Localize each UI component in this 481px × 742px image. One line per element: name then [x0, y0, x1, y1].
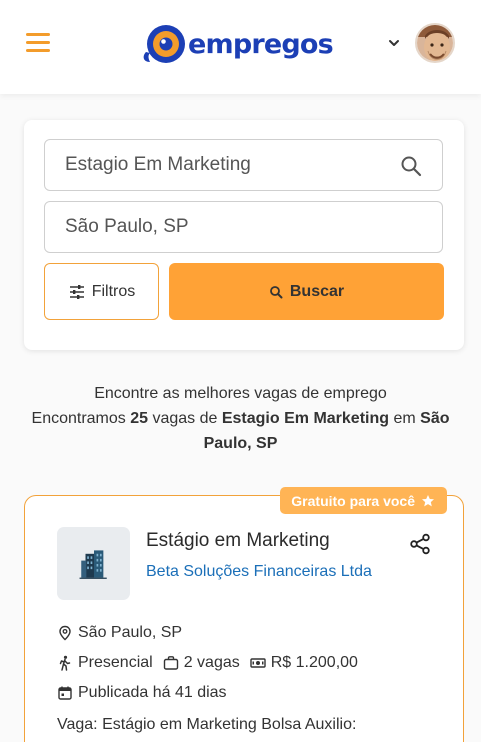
- keyword-input[interactable]: Estagio Em Marketing: [44, 139, 443, 191]
- hamburger-menu-button[interactable]: [26, 33, 52, 55]
- results-summary: Encontre as melhores vagas de emprego En…: [20, 381, 461, 456]
- location-input[interactable]: São Paulo, SP: [44, 201, 443, 253]
- location-input-value: São Paulo, SP: [65, 216, 189, 237]
- search-button-label: Buscar: [289, 282, 345, 300]
- search-panel: Estagio Em Marketing São Paulo, SP Filtr…: [24, 120, 464, 350]
- job-description: Vaga: Estágio em Marketing Bolsa Auxilio…: [57, 716, 357, 733]
- results-middle: vagas de: [148, 410, 222, 427]
- avatar-photo-icon: [417, 25, 453, 61]
- search-button[interactable]: Buscar: [169, 263, 444, 320]
- results-query: Estagio Em Marketing: [221, 410, 390, 427]
- sliders-icon: [69, 284, 84, 299]
- filters-button[interactable]: Filtros: [44, 263, 159, 320]
- job-details-row: Presencial 2 vagas R$ 1.200,00: [57, 654, 368, 672]
- free-badge-label: Gratuito para você: [291, 492, 415, 509]
- briefcase-icon: [163, 656, 178, 670]
- search-icon[interactable]: [400, 155, 422, 177]
- logo-eye-icon: [143, 25, 185, 63]
- openings: 2 vagas: [163, 654, 240, 672]
- results-count: 25: [130, 410, 149, 427]
- published-label: Publicada há 41 dias: [78, 684, 227, 701]
- job-published-row: Publicada há 41 dias: [57, 684, 227, 702]
- brand-logo[interactable]: empregos: [140, 22, 334, 66]
- free-badge: Gratuito para você: [280, 487, 447, 514]
- company-name-link[interactable]: Beta Soluções Financeiras Ltda: [146, 563, 372, 581]
- results-prefix: Encontramos: [31, 410, 131, 427]
- job-location-row: São Paulo, SP: [57, 624, 182, 642]
- results-connector: em: [389, 410, 421, 427]
- money-icon: [250, 658, 266, 668]
- chevron-down-icon[interactable]: [386, 35, 402, 51]
- salary: R$ 1.200,00: [250, 654, 358, 672]
- job-title[interactable]: Estágio em Marketing: [146, 530, 330, 552]
- building-icon: [79, 549, 107, 579]
- map-pin-icon: [59, 625, 71, 641]
- company-logo: [57, 527, 130, 600]
- job-card[interactable]: Gratuito para você Estágio em Marketing …: [24, 487, 464, 742]
- results-count-line: Encontramos 25 vagas de Estagio Em Marke…: [20, 406, 461, 456]
- filters-button-label: Filtros: [91, 282, 136, 300]
- walking-person-icon: [59, 655, 71, 671]
- user-avatar[interactable]: [415, 23, 455, 63]
- results-tagline: Encontre as melhores vagas de emprego: [94, 385, 387, 402]
- share-icon[interactable]: [409, 533, 431, 555]
- brand-name: empregos: [188, 28, 334, 60]
- work-mode: Presencial: [57, 654, 153, 672]
- calendar-icon: [58, 686, 72, 700]
- keyword-input-value: Estagio Em Marketing: [65, 154, 251, 175]
- salary-label: R$ 1.200,00: [270, 654, 358, 671]
- openings-label: 2 vagas: [183, 654, 240, 671]
- top-header: empregos: [0, 0, 481, 94]
- job-location: São Paulo, SP: [78, 624, 183, 641]
- star-icon: [422, 494, 434, 506]
- search-icon: [269, 285, 283, 298]
- work-mode-label: Presencial: [78, 654, 153, 671]
